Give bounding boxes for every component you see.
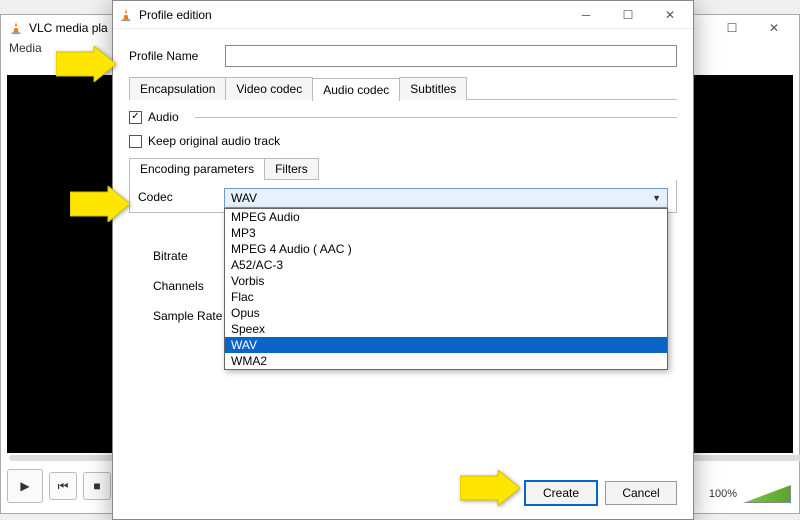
prev-button[interactable]: ⏮ [49,472,77,500]
encoding-parameters-panel: Codec WAV ▼ MPEG Audio MP3 MPEG 4 Audio … [129,180,677,213]
tab-audio-codec[interactable]: Audio codec [312,78,400,101]
bitrate-label: Bitrate [153,249,222,263]
inner-tabs: Encoding parameters Filters [129,158,677,180]
chevron-down-icon: ▼ [652,193,661,203]
codec-option[interactable]: MP3 [225,225,667,241]
dialog-maximize-button[interactable]: ☐ [611,5,645,25]
codec-option[interactable]: Vorbis [225,273,667,289]
cancel-button[interactable]: Cancel [605,481,677,505]
profile-name-input[interactable] [225,45,677,67]
codec-dropdown-selected[interactable]: WAV ▼ [224,188,668,208]
codec-option[interactable]: MPEG 4 Audio ( AAC ) [225,241,667,257]
audio-checkbox-label: Audio [148,110,179,124]
tab-filters[interactable]: Filters [264,158,319,180]
tab-encapsulation[interactable]: Encapsulation [129,77,226,100]
vlc-cone-icon [9,21,23,35]
profile-name-label: Profile Name [129,49,215,63]
codec-selected-text: WAV [231,191,257,205]
group-line [195,117,677,118]
close-button[interactable]: ✕ [757,18,791,38]
param-labels-stack: Bitrate Channels Sample Rate [153,249,222,323]
maximize-button[interactable]: ☐ [715,18,749,38]
dialog-close-button[interactable]: ✕ [653,5,687,25]
sample-rate-label: Sample Rate [153,309,222,323]
keep-original-label: Keep original audio track [148,134,280,148]
annotation-arrow-icon [56,46,116,82]
vlc-cone-icon [119,8,133,22]
stop-button[interactable]: ■ [83,472,111,500]
codec-option[interactable]: Opus [225,305,667,321]
dialog-title: Profile edition [139,8,563,22]
dialog-minimize-button[interactable]: ─ [569,5,603,25]
tab-subtitles[interactable]: Subtitles [399,77,467,100]
codec-option[interactable]: Speex [225,321,667,337]
codec-option[interactable]: WMA2 [225,353,667,369]
dialog-titlebar: Profile edition ─ ☐ ✕ [113,1,693,29]
profile-edition-dialog: Profile edition ─ ☐ ✕ Profile Name Encap… [112,0,694,520]
keep-original-checkbox[interactable] [129,135,142,148]
codec-label: Codec [138,188,218,204]
codec-dropdown-list: MPEG Audio MP3 MPEG 4 Audio ( AAC ) A52/… [224,208,668,370]
annotation-arrow-icon [460,470,520,506]
create-button[interactable]: Create [525,481,597,505]
tab-video-codec[interactable]: Video codec [225,77,313,100]
codec-option-selected[interactable]: WAV [225,337,667,353]
annotation-arrow-icon [70,186,130,222]
tab-encoding-parameters[interactable]: Encoding parameters [129,158,265,180]
play-button[interactable]: ▶ [7,469,43,503]
channels-label: Channels [153,279,222,293]
volume-slider[interactable] [743,485,791,503]
codec-option[interactable]: MPEG Audio [225,209,667,225]
audio-checkbox[interactable] [129,111,142,124]
codec-dropdown[interactable]: WAV ▼ MPEG Audio MP3 MPEG 4 Audio ( AAC … [224,188,668,208]
volume-text: 100% [709,488,737,500]
codec-option[interactable]: A52/AC-3 [225,257,667,273]
codec-option[interactable]: Flac [225,289,667,305]
outer-tabs: Encapsulation Video codec Audio codec Su… [129,77,677,100]
